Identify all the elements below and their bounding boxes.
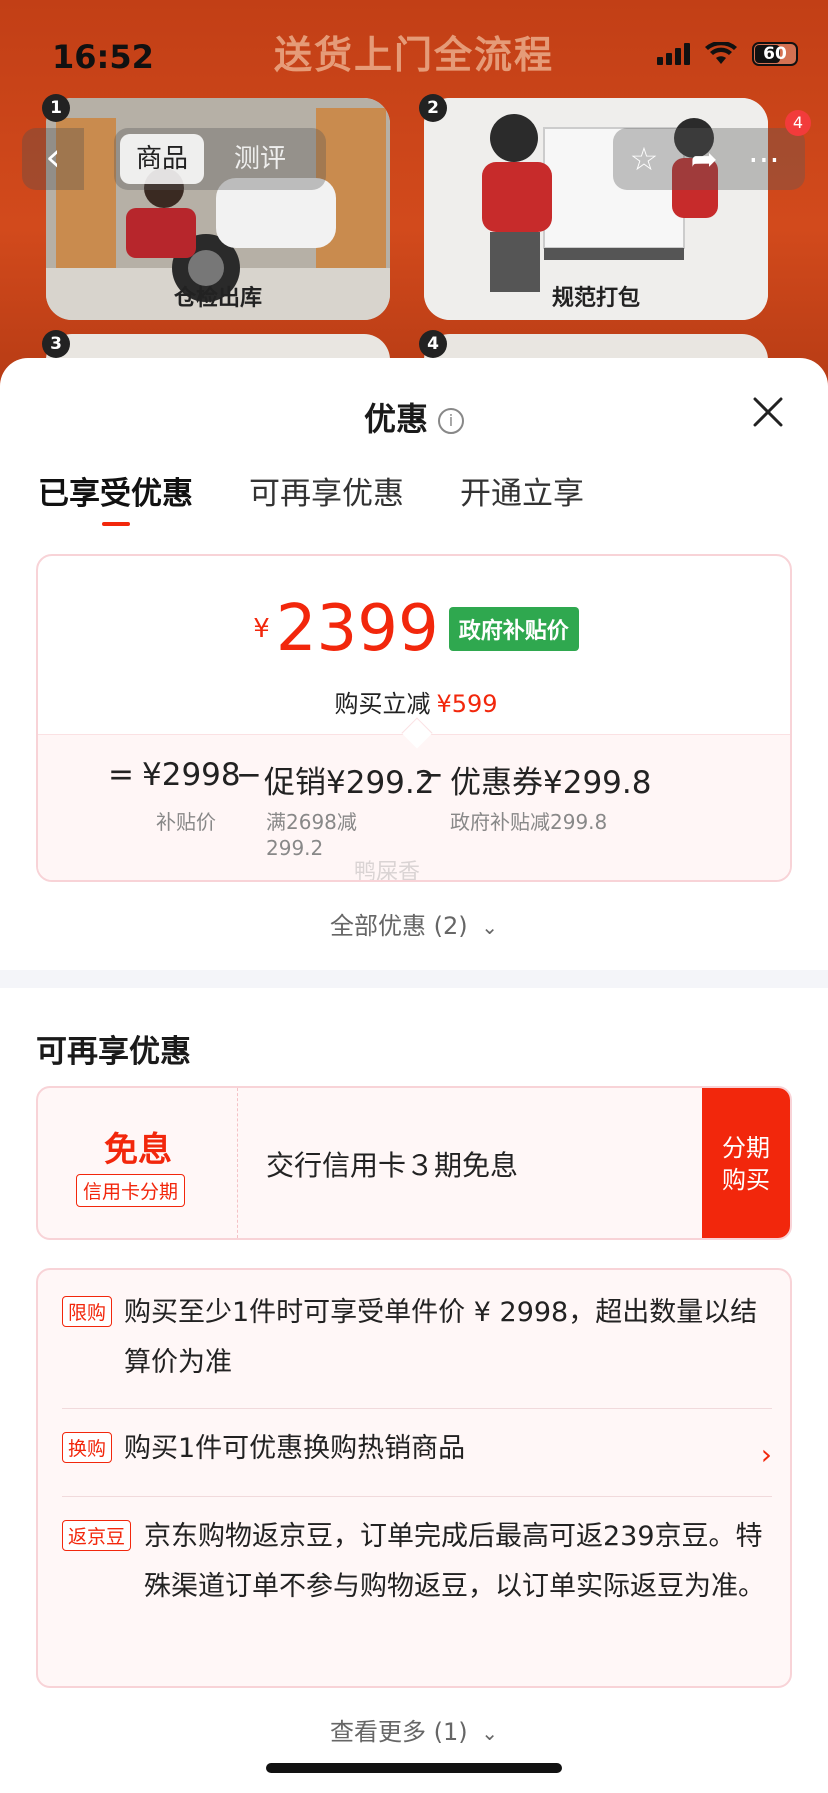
favorite-star-icon[interactable]: ☆ [625,140,663,178]
credit-installment-tag: 信用卡分期 [76,1174,186,1207]
rule-jingdou-rebate: 返京豆 京东购物返京豆，订单完成后最高可返239京豆。特殊渠道订单不参与购物返豆… [62,1512,772,1612]
close-icon[interactable] [750,394,786,430]
tile-label-1: 仓检出库 [173,286,262,311]
rule-tag: 换购 [62,1432,113,1463]
rule-text: 购买1件可优惠换购热销商品 [124,1433,466,1464]
discount-tabs: 已享受优惠 可再享优惠 开通立享 [38,468,584,526]
equals-sign: = [108,757,134,793]
tile-number-1: 1 [42,94,70,122]
gov-subsidy-badge: 政府补贴价 [448,607,579,651]
installment-label-box: 免息 信用卡分期 [38,1088,238,1238]
tab-activate-offers[interactable]: 开通立享 [460,468,584,518]
status-time: 16:52 [52,38,154,76]
nav-actions: ☆ ➦ ⋯ 4 [613,110,811,190]
cellular-signal-icon [657,43,690,65]
minus-sign: − [418,757,444,793]
rule-text: 购买至少1件时可享受单件价 ¥ 2998，超出数量以结算价为准 [124,1297,758,1378]
notification-badge: 4 [785,110,811,136]
instant-discount: 购买立减 ¥599 [38,684,790,719]
battery-level: 60 [763,44,787,64]
purchase-rules-card: 限购 购买至少1件时可享受单件价 ¥ 2998，超出数量以结算价为准 换购 购买… [36,1268,792,1688]
sheet-title: 优惠 [363,400,428,438]
promo-discount: 促销¥299.2 [264,765,435,801]
tab-more-offers[interactable]: 可再享优惠 [249,468,404,518]
tile-label-2: 规范打包 [551,286,640,311]
currency-symbol: ¥ [253,614,270,644]
installment-description: 交行信用卡３期免息 [266,1149,519,1182]
top-nav-bar: ‹ 商品 测评 ☆ ➦ ⋯ 4 [22,110,811,190]
rule-purchase-limit: 限购 购买至少1件时可享受单件价 ¥ 2998，超出数量以结算价为准 [62,1288,772,1388]
tile-number-4: 4 [419,330,447,358]
home-indicator [266,1763,562,1773]
rule-trade-in[interactable]: 换购 购买1件可优惠换购热销商品 › [62,1424,772,1474]
see-more-toggle[interactable]: 查看更多 (1) ⌄ [0,1712,828,1747]
watermark: 鸭屎香 [354,860,421,882]
price-amount: 2399 [275,592,439,666]
status-icons: 60 [657,42,798,66]
discount-sheet: 优惠 i 已享受优惠 可再享优惠 开通立享 ¥2399 政府补贴价 购买立减 ¥599… [0,358,828,1793]
credit-installment-offer: 免息 信用卡分期 交行信用卡３期免息 分期 购买 [36,1086,792,1240]
tile-number-3: 3 [42,330,70,358]
sheet-title-row: 优惠 i [0,394,828,440]
subsidy-base-label: 补贴价 [156,810,216,834]
instant-discount-value: ¥599 [436,690,498,718]
see-more-label: 查看更多 (1) [329,1718,468,1746]
product-banner: 送货上门全流程 仓检出库 1 规范打包 2 3 4 16:52 60 ‹ 商品 … [0,0,828,380]
installment-buy-label: 购买 [722,1166,770,1194]
installment-buy-label: 分期 [722,1134,770,1162]
price-summary-card: ¥2399 政府补贴价 购买立减 ¥599 = ¥2998 补贴价 − 促销¥299… [36,554,792,882]
more-icon[interactable]: ⋯ [745,140,783,178]
wifi-icon [705,42,737,64]
tab-enjoyed-offers[interactable]: 已享受优惠 [38,468,193,526]
promo-description: 满2698减 299.2 [266,809,357,861]
promo-description-line: 299.2 [266,836,324,860]
instant-discount-label: 购买立减 [334,690,431,718]
tile-number-2: 2 [419,94,447,122]
rule-divider [62,1496,772,1497]
section-divider [0,970,828,988]
all-offers-label: 全部优惠 (2) [329,912,468,940]
coupon-discount: 优惠券¥299.8 [450,765,652,801]
minus-sign: − [236,757,262,793]
section-title: 可再享优惠 [36,1034,191,1070]
final-price: ¥2399 政府补贴价 [38,592,790,666]
info-icon[interactable]: i [438,408,464,434]
nav-tabs: 商品 测评 [114,128,326,190]
coupon-description: 政府补贴减299.8 [450,810,608,834]
installment-buy-button[interactable]: 分期 购买 [702,1088,790,1238]
share-icon[interactable]: ➦ [685,140,723,178]
back-button[interactable]: ‹ [22,128,84,190]
rule-tag: 返京豆 [62,1520,132,1551]
chevron-right-icon: › [760,1438,772,1471]
promo-description-line: 满2698减 [266,810,357,834]
tab-product[interactable]: 商品 [120,134,205,184]
rule-divider [62,1408,772,1409]
chevron-down-icon: ⌄ [481,1721,499,1745]
rule-text: 京东购物返京豆，订单完成后最高可返239京豆。特殊渠道订单不参与购物返豆，以订单… [144,1521,765,1602]
battery-icon: 60 [752,42,798,66]
subsidy-base-price: ¥2998 [142,757,241,793]
interest-free-label: 免息 [104,1130,172,1170]
all-offers-toggle[interactable]: 全部优惠 (2) ⌄ [0,906,828,941]
rule-tag: 限购 [62,1296,113,1327]
chevron-down-icon: ⌄ [481,915,499,939]
tab-review[interactable]: 测评 [218,134,302,184]
